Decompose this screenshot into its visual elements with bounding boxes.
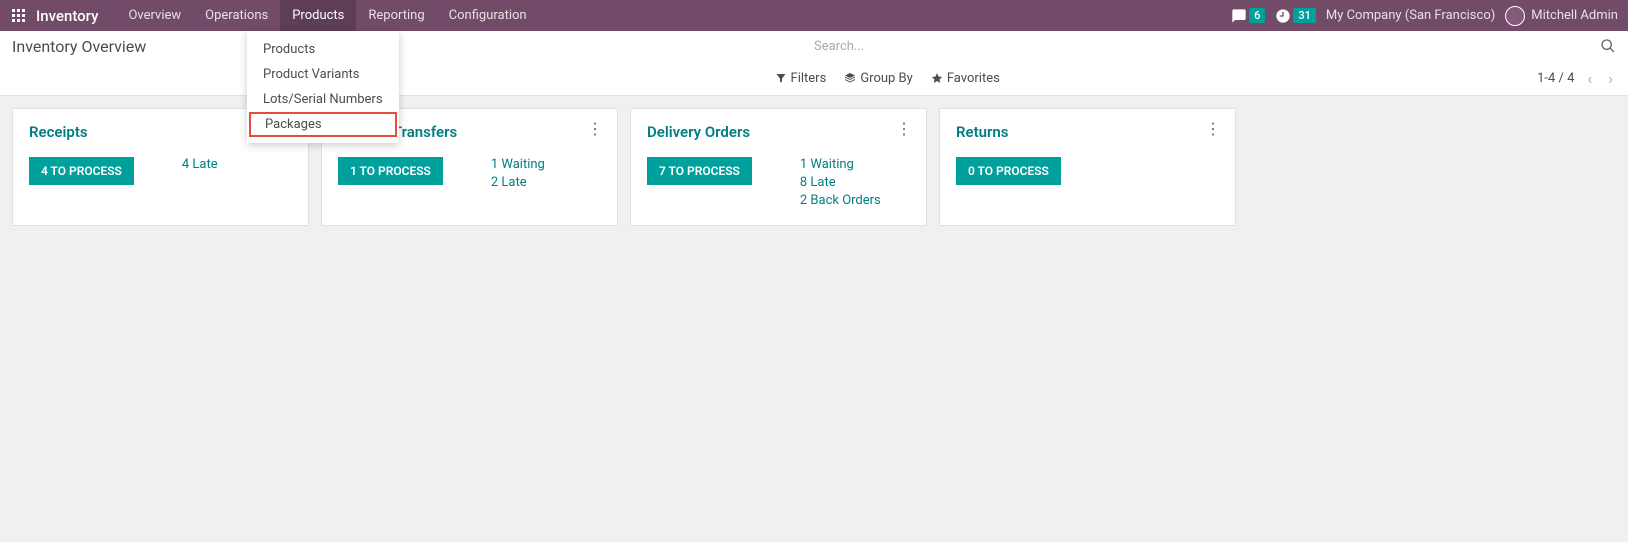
status-list: 1 Waiting 2 Late: [491, 157, 545, 190]
card-body: 0 TO PROCESS: [956, 157, 1219, 185]
status-late[interactable]: 2 Late: [491, 175, 545, 190]
status-backorders[interactable]: 2 Back Orders: [800, 193, 881, 208]
nav-overview[interactable]: Overview: [116, 0, 193, 31]
status-late[interactable]: 8 Late: [800, 175, 881, 190]
user-menu[interactable]: Mitchell Admin: [1505, 6, 1618, 26]
activity-indicator[interactable]: 31: [1275, 8, 1316, 24]
nav-reporting[interactable]: Reporting: [356, 0, 436, 31]
search-wrap: [814, 35, 1628, 58]
user-name: Mitchell Admin: [1531, 8, 1618, 23]
filter-bar: Filters Group By Favorites: [775, 71, 1538, 86]
card-returns[interactable]: ⋮ Returns 0 TO PROCESS: [939, 108, 1236, 226]
pager-next[interactable]: ›: [1605, 69, 1616, 88]
dropdown-packages[interactable]: Packages: [249, 112, 397, 137]
nav-left: Inventory Overview Operations Products R…: [0, 0, 539, 31]
process-button[interactable]: 0 TO PROCESS: [956, 157, 1061, 185]
nav-operations[interactable]: Operations: [193, 0, 280, 31]
card-title: Returns: [956, 123, 1219, 141]
main-navbar: Inventory Overview Operations Products R…: [0, 0, 1628, 31]
kanban-view: Receipts 4 TO PROCESS 4 Late ⋮ Internal …: [0, 96, 1628, 238]
filters-button[interactable]: Filters: [775, 71, 827, 86]
layers-icon: [844, 72, 856, 84]
pager-group: 1-4 / 4 ‹ ›: [1537, 69, 1616, 88]
status-waiting[interactable]: 1 Waiting: [491, 157, 545, 172]
chat-icon: [1231, 8, 1247, 24]
favorites-button[interactable]: Favorites: [931, 71, 1000, 86]
avatar-icon: [1505, 6, 1525, 26]
status-waiting[interactable]: 1 Waiting: [800, 157, 881, 172]
chat-indicator[interactable]: 6: [1231, 8, 1265, 24]
process-button[interactable]: 4 TO PROCESS: [29, 157, 134, 185]
dropdown-product-variants[interactable]: Product Variants: [247, 62, 399, 87]
dropdown-products[interactable]: Products: [247, 37, 399, 62]
search-input[interactable]: [814, 35, 1600, 58]
status-list: 1 Waiting 8 Late 2 Back Orders: [800, 157, 881, 208]
card-delivery-orders[interactable]: ⋮ Delivery Orders 7 TO PROCESS 1 Waiting…: [630, 108, 927, 226]
nav-products[interactable]: Products: [280, 0, 356, 31]
card-body: 4 TO PROCESS 4 Late: [29, 157, 292, 185]
cp-top: Inventory Overview: [0, 31, 1628, 61]
app-brand[interactable]: Inventory: [36, 7, 98, 25]
card-body: 1 TO PROCESS 1 Waiting 2 Late: [338, 157, 601, 190]
page-title: Inventory Overview: [0, 37, 814, 56]
card-title: Delivery Orders: [647, 123, 910, 141]
search-icon[interactable]: [1600, 38, 1616, 54]
activity-badge: 31: [1293, 8, 1316, 23]
star-icon: [931, 72, 943, 84]
process-button[interactable]: 1 TO PROCESS: [338, 157, 443, 185]
card-menu-icon[interactable]: ⋮: [1205, 121, 1221, 137]
chat-badge: 6: [1249, 8, 1265, 23]
apps-icon[interactable]: [12, 9, 26, 23]
status-late[interactable]: 4 Late: [182, 157, 218, 172]
card-body: 7 TO PROCESS 1 Waiting 8 Late 2 Back Ord…: [647, 157, 910, 208]
pager-text: 1-4 / 4: [1537, 71, 1574, 86]
groupby-button[interactable]: Group By: [844, 71, 913, 86]
control-panel: Inventory Overview Filters Group By Favo…: [0, 31, 1628, 96]
nav-configuration[interactable]: Configuration: [437, 0, 539, 31]
nav-right: 6 31 My Company (San Francisco) Mitchell…: [1231, 6, 1628, 26]
filter-icon: [775, 72, 787, 84]
card-menu-icon[interactable]: ⋮: [587, 121, 603, 137]
company-selector[interactable]: My Company (San Francisco): [1326, 8, 1495, 23]
process-button[interactable]: 7 TO PROCESS: [647, 157, 752, 185]
card-menu-icon[interactable]: ⋮: [896, 121, 912, 137]
pager-prev[interactable]: ‹: [1584, 69, 1595, 88]
status-list: 4 Late: [182, 157, 218, 172]
products-dropdown: Products Product Variants Lots/Serial Nu…: [247, 31, 399, 143]
cp-bottom: Filters Group By Favorites 1-4 / 4 ‹ ›: [0, 61, 1628, 95]
clock-icon: [1275, 8, 1291, 24]
dropdown-lots-serial[interactable]: Lots/Serial Numbers: [247, 87, 399, 112]
